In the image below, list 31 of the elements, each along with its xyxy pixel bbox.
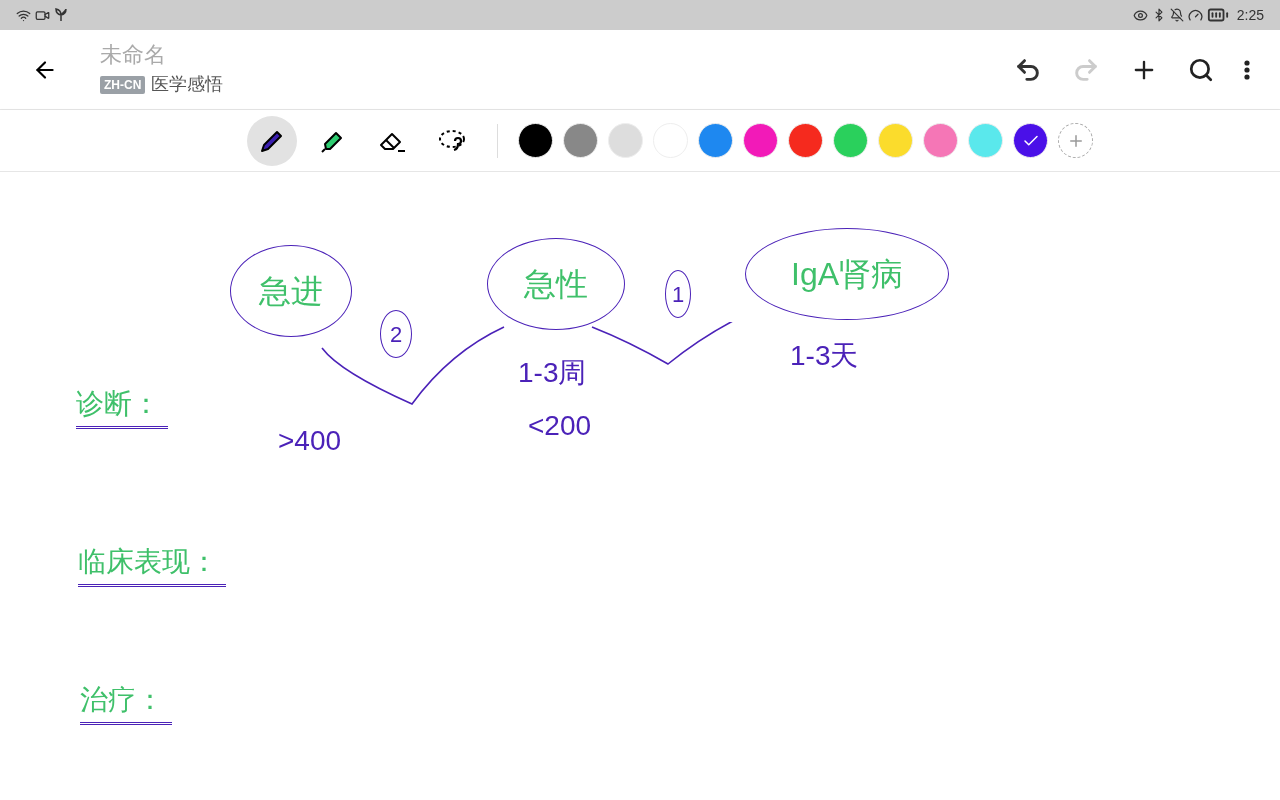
- underlined-note: 临床表现：: [78, 540, 226, 587]
- wifi-icon: [16, 7, 31, 23]
- leaf-icon: [54, 8, 68, 22]
- eye-icon: [1132, 7, 1148, 23]
- color-swatch[interactable]: [743, 123, 778, 158]
- notebook-name[interactable]: 医学感悟: [151, 71, 224, 98]
- clock-time: 2:25: [1236, 5, 1264, 25]
- color-swatch[interactable]: [608, 123, 643, 158]
- bell-off-icon: [1169, 8, 1184, 22]
- color-swatch[interactable]: [923, 123, 958, 158]
- color-swatch[interactable]: [518, 123, 553, 158]
- handwritten-note: >400: [278, 424, 342, 458]
- color-swatch[interactable]: [788, 123, 823, 158]
- color-swatch[interactable]: [1013, 123, 1048, 158]
- language-tag: ZH-CN: [100, 75, 146, 94]
- gauge-icon: [1187, 7, 1203, 23]
- underlined-note: 诊断：: [76, 382, 168, 429]
- search-icon: [1188, 56, 1214, 83]
- color-swatch[interactable]: [833, 123, 868, 158]
- handwritten-note: 1-3周: [518, 356, 587, 390]
- search-button[interactable]: [1188, 56, 1214, 83]
- handwritten-note: 1-3天: [790, 339, 859, 373]
- color-swatch[interactable]: [968, 123, 1003, 158]
- underlined-note: 治疗：: [80, 678, 172, 725]
- more-button[interactable]: [1244, 59, 1250, 80]
- handwritten-note: <200: [528, 409, 592, 443]
- color-swatch[interactable]: [698, 123, 733, 158]
- tool-button[interactable]: [247, 115, 297, 166]
- color-swatch[interactable]: [563, 123, 598, 158]
- more-icon: [1244, 59, 1250, 80]
- color-swatch[interactable]: [878, 123, 913, 158]
